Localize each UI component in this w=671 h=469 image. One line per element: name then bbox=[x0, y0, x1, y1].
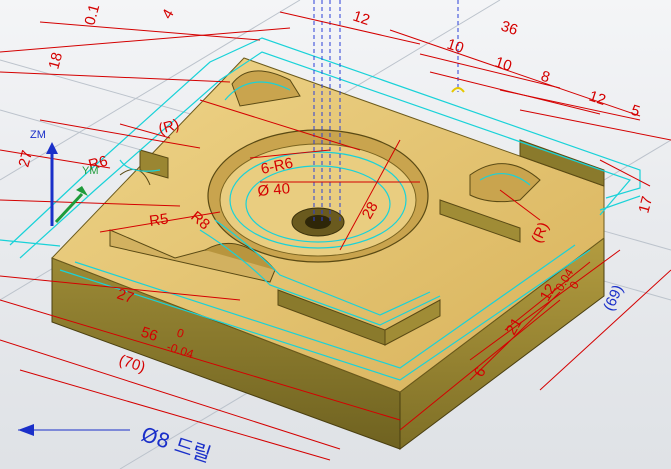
dim-5: 5 bbox=[629, 102, 642, 121]
coordinate-axes: ZM YM bbox=[30, 129, 99, 226]
axis-y-label: YM bbox=[82, 165, 99, 177]
axis-z-label: ZM bbox=[30, 129, 46, 141]
dim-12-right: 12 bbox=[587, 88, 608, 109]
machined-part[interactable] bbox=[51, 57, 605, 450]
cad-viewport[interactable]: 0.1 4 12 36 10 10 8 12 5 18 27 R6 (R) 6-… bbox=[0, 0, 671, 469]
cad-canvas[interactable]: 0.1 4 12 36 10 10 8 12 5 18 27 R6 (R) 6-… bbox=[0, 0, 671, 469]
dim-27-left: 27 bbox=[15, 149, 36, 170]
dim-dia-40: Ø 40 bbox=[257, 180, 291, 200]
tool-label-text: Ø8 드릴 bbox=[138, 422, 214, 467]
dim-r5: R5 bbox=[148, 210, 169, 230]
dim-0-1: 0.1 bbox=[81, 2, 103, 27]
dim-12-top: 12 bbox=[351, 8, 372, 29]
dim-36: 36 bbox=[499, 18, 520, 39]
dim-8: 8 bbox=[539, 68, 552, 87]
dim-18: 18 bbox=[45, 51, 66, 72]
dim-10a: 10 bbox=[445, 36, 466, 57]
dim-17: 17 bbox=[635, 195, 656, 216]
dim-4: 4 bbox=[159, 6, 178, 22]
tool-label[interactable]: Ø8 드릴 bbox=[18, 422, 214, 467]
